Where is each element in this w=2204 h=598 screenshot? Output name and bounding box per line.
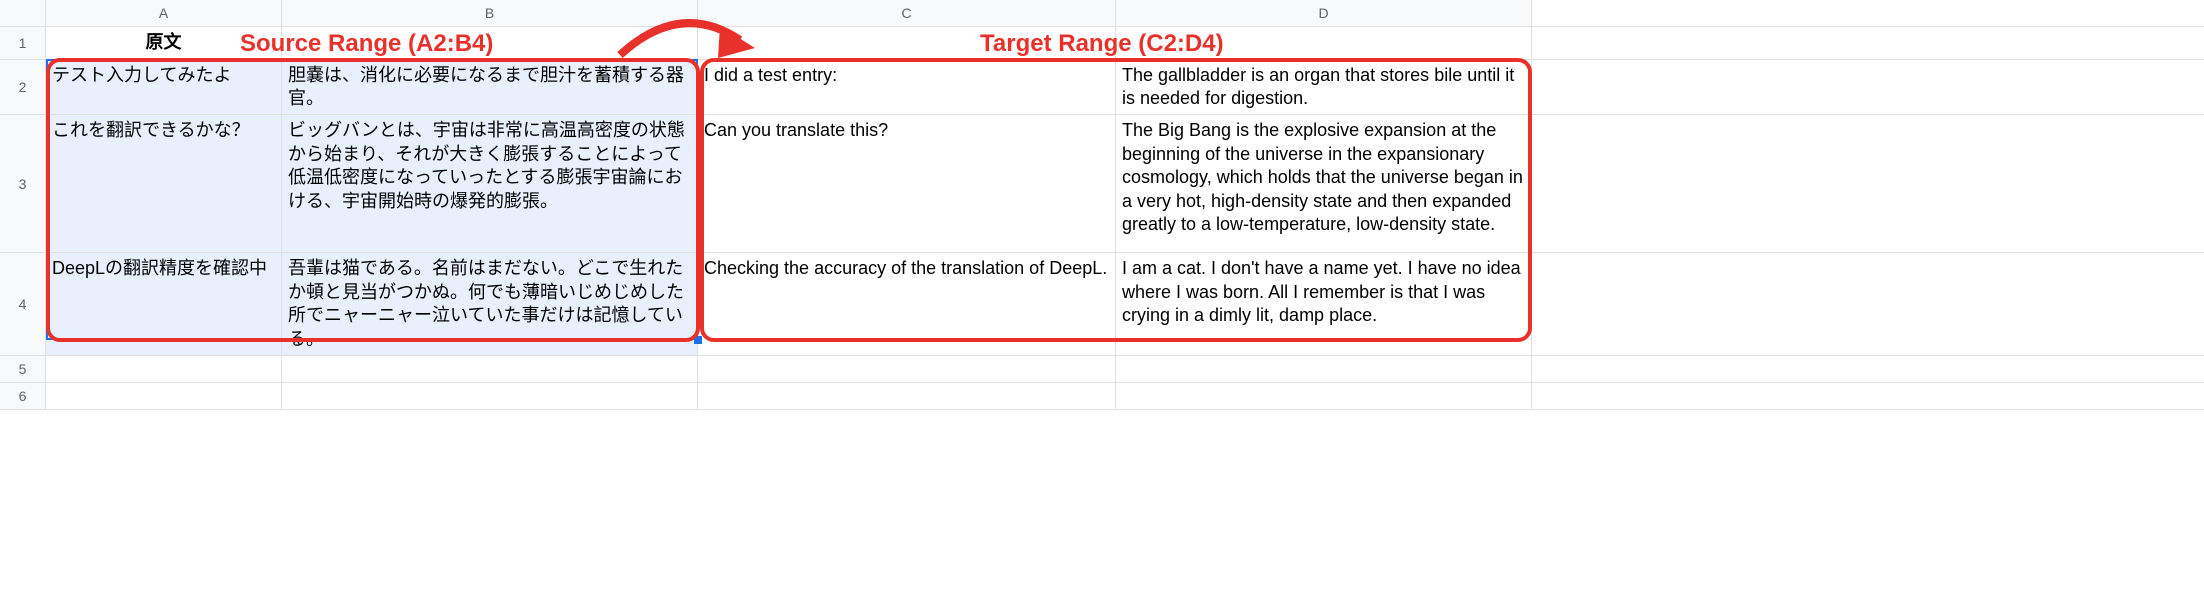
cell-d5[interactable] (1116, 356, 1532, 382)
cell-d4[interactable]: I am a cat. I don't have a name yet. I h… (1116, 253, 1532, 355)
cell-a6[interactable] (46, 383, 282, 409)
cell-b4[interactable]: 吾輩は猫である。名前はまだない。どこで生れたか頓と見当がつかぬ。何でも薄暗いじめ… (282, 253, 698, 355)
row-header-2[interactable]: 2 (0, 60, 46, 115)
cell-c6[interactable] (698, 383, 1116, 409)
row-header-6[interactable]: 6 (0, 383, 46, 409)
row-5: 5 (0, 356, 2204, 383)
cell-c4[interactable]: Checking the accuracy of the translation… (698, 253, 1116, 355)
col-header-d[interactable]: D (1116, 0, 1532, 26)
row-4: 4 DeepLの翻訳精度を確認中 吾輩は猫である。名前はまだない。どこで生れたか… (0, 253, 2204, 356)
cell-d2[interactable]: The gallbladder is an organ that stores … (1116, 60, 1532, 115)
cell-c3[interactable]: Can you translate this? (698, 115, 1116, 252)
cell-a3[interactable]: これを翻訳できるかな？ (46, 115, 282, 252)
cell-b5[interactable] (282, 356, 698, 382)
cell-d6[interactable] (1116, 383, 1532, 409)
source-range-label: Source Range (A2:B4) (240, 30, 493, 58)
cell-a5[interactable] (46, 356, 282, 382)
cell-c5[interactable] (698, 356, 1116, 382)
row-header-4[interactable]: 4 (0, 253, 46, 355)
row-3: 3 これを翻訳できるかな？ ビッグバンとは、宇宙は非常に高温高密度の状態から始ま… (0, 115, 2204, 253)
target-range-label: Target Range (C2:D4) (980, 30, 1224, 58)
cell-b2[interactable]: 胆嚢は、消化に必要になるまで胆汁を蓄積する器官。 (282, 60, 698, 115)
spreadsheet: A B C D 1 原文 2 テスト入力してみたよ 胆嚢は、消化に必要になるまで… (0, 0, 2204, 410)
cell-a4[interactable]: DeepLの翻訳精度を確認中 (46, 253, 282, 355)
cell-b3[interactable]: ビッグバンとは、宇宙は非常に高温高密度の状態から始まり、それが大きく膨張すること… (282, 115, 698, 252)
select-all-corner[interactable] (0, 0, 46, 26)
cell-b6[interactable] (282, 383, 698, 409)
row-6: 6 (0, 383, 2204, 410)
row-2: 2 テスト入力してみたよ 胆嚢は、消化に必要になるまで胆汁を蓄積する器官。 I … (0, 60, 2204, 116)
cell-c2[interactable]: I did a test entry: (698, 60, 1116, 115)
cell-d3[interactable]: The Big Bang is the explosive expansion … (1116, 115, 1532, 252)
col-header-c[interactable]: C (698, 0, 1116, 26)
column-header-row: A B C D (0, 0, 2204, 27)
row-header-5[interactable]: 5 (0, 356, 46, 382)
col-header-a[interactable]: A (46, 0, 282, 26)
selection-handle[interactable] (694, 336, 702, 344)
cell-a2[interactable]: テスト入力してみたよ (46, 60, 282, 115)
col-header-b[interactable]: B (282, 0, 698, 26)
row-header-3[interactable]: 3 (0, 115, 46, 252)
row-header-1[interactable]: 1 (0, 27, 46, 58)
